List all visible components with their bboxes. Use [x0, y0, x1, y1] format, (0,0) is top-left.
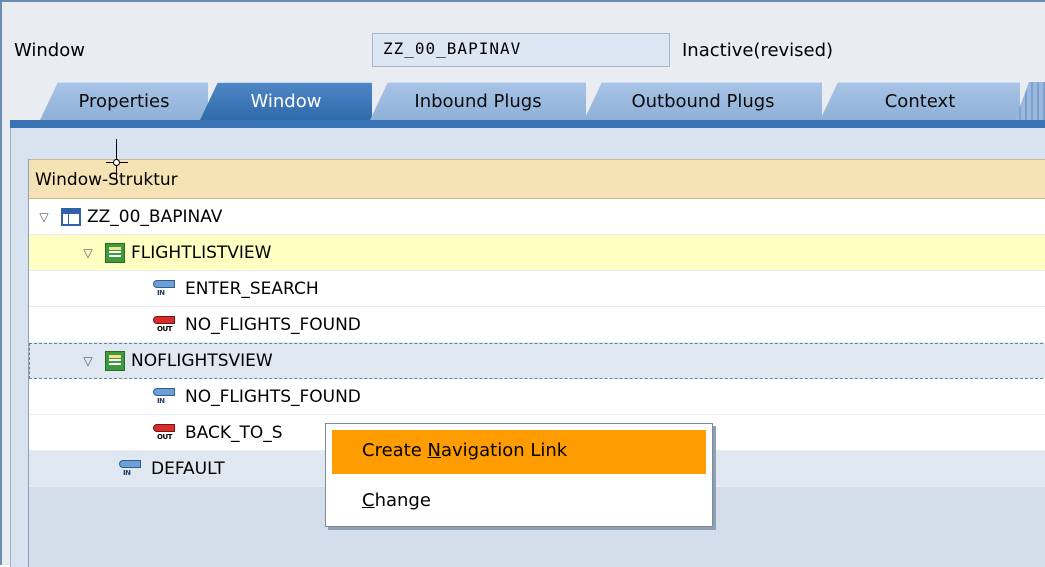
- tab-outbound-plugs[interactable]: Outbound Plugs: [584, 82, 822, 120]
- tree-node-label: ENTER_SEARCH: [185, 278, 319, 299]
- menu-item-change[interactable]: Change: [332, 480, 706, 524]
- status-text: Inactive(revised): [682, 40, 834, 61]
- menu-item-create-navigation-link[interactable]: Create Navigation Link: [332, 430, 706, 474]
- tab-context[interactable]: Context: [820, 82, 1020, 120]
- tab-window[interactable]: Window: [200, 82, 372, 120]
- tab-label: Outbound Plugs: [631, 91, 775, 112]
- tree-row-enter-search[interactable]: IN ENTER_SEARCH: [29, 271, 1045, 307]
- tree-node-label: BACK_TO_S: [185, 422, 283, 443]
- tree-row-noflightsview[interactable]: ▽ NOFLIGHTSVIEW: [29, 343, 1045, 379]
- tab-underline: [10, 120, 1045, 128]
- tab-label: Context: [884, 91, 956, 112]
- inbound-plug-icon: IN: [117, 458, 145, 480]
- tree-node-label: ZZ_00_BAPINAV: [87, 206, 223, 227]
- tree-node-label: FLIGHTLISTVIEW: [131, 242, 272, 263]
- view-icon: [105, 242, 125, 263]
- tree-row-no-flights-found-out[interactable]: OUT NO_FLIGHTS_FOUND: [29, 307, 1045, 343]
- tab-label: Properties: [78, 91, 170, 112]
- view-icon: [105, 350, 125, 371]
- tab-label: Window: [250, 91, 322, 112]
- tree-node-label: DEFAULT: [151, 458, 225, 479]
- outbound-plug-icon: OUT: [151, 314, 179, 336]
- tab-properties[interactable]: Properties: [40, 82, 208, 120]
- tree-node-label: NOFLIGHTSVIEW: [131, 350, 273, 371]
- outbound-plug-icon: OUT: [151, 422, 179, 444]
- application-window: Window ZZ_00_BAPINAV Inactive(revised) P…: [0, 0, 1045, 567]
- collapse-triangle-icon[interactable]: ▽: [81, 355, 95, 367]
- inbound-plug-icon: IN: [151, 278, 179, 300]
- tree-row-no-flights-found-in[interactable]: IN NO_FLIGHTS_FOUND: [29, 379, 1045, 415]
- tree-row-window[interactable]: ▽ ZZ_00_BAPINAV: [29, 199, 1045, 235]
- context-menu: Create Navigation Link Change: [325, 423, 713, 527]
- tree-column-header[interactable]: Window-Struktur: [29, 159, 1045, 199]
- crosshair-cursor-icon: [106, 139, 128, 179]
- collapse-triangle-icon[interactable]: ▽: [37, 211, 51, 223]
- tab-label: Inbound Plugs: [414, 91, 542, 112]
- window-icon: [61, 207, 81, 226]
- window-name-field[interactable]: ZZ_00_BAPINAV: [372, 33, 670, 67]
- tree-node-label: NO_FLIGHTS_FOUND: [185, 314, 361, 335]
- tab-strip: Properties Window Inbound Plugs Outbound…: [10, 80, 1045, 122]
- tree-node-label: NO_FLIGHTS_FOUND: [185, 386, 361, 407]
- tab-inbound-plugs[interactable]: Inbound Plugs: [370, 82, 586, 120]
- tree-row-flightlistview[interactable]: ▽ FLIGHTLISTVIEW: [29, 235, 1045, 271]
- inbound-plug-icon: IN: [151, 386, 179, 408]
- collapse-triangle-icon[interactable]: ▽: [81, 247, 95, 259]
- window-label: Window: [14, 40, 85, 61]
